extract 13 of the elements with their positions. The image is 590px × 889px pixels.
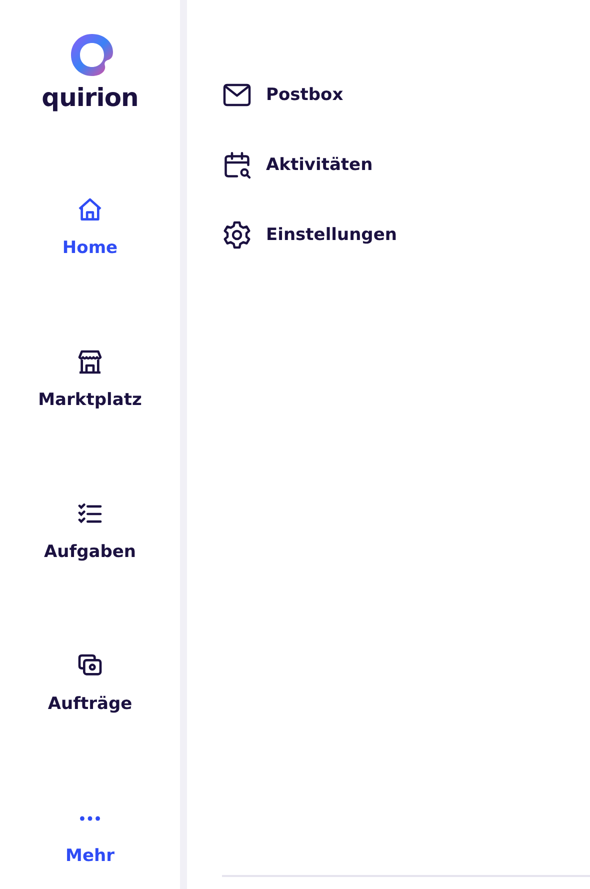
nav-item[interactable]: Marktplatz [38,348,142,410]
logo-text: quirion [42,82,138,114]
nav-item[interactable]: Aufgaben [44,500,136,562]
menu-item[interactable]: Aktivitäten [222,150,373,180]
nav-item[interactable]: Mehr [66,804,114,866]
store-icon [76,348,104,376]
menu-item[interactable]: Einstellungen [222,220,397,250]
more-icon [80,816,100,820]
nav-item[interactable]: Aufträge [48,652,132,714]
calendar-search-icon [222,150,252,180]
menu-item[interactable]: Postbox [222,80,344,110]
settings-icon [222,220,252,250]
nav-item[interactable]: Home [62,196,118,258]
